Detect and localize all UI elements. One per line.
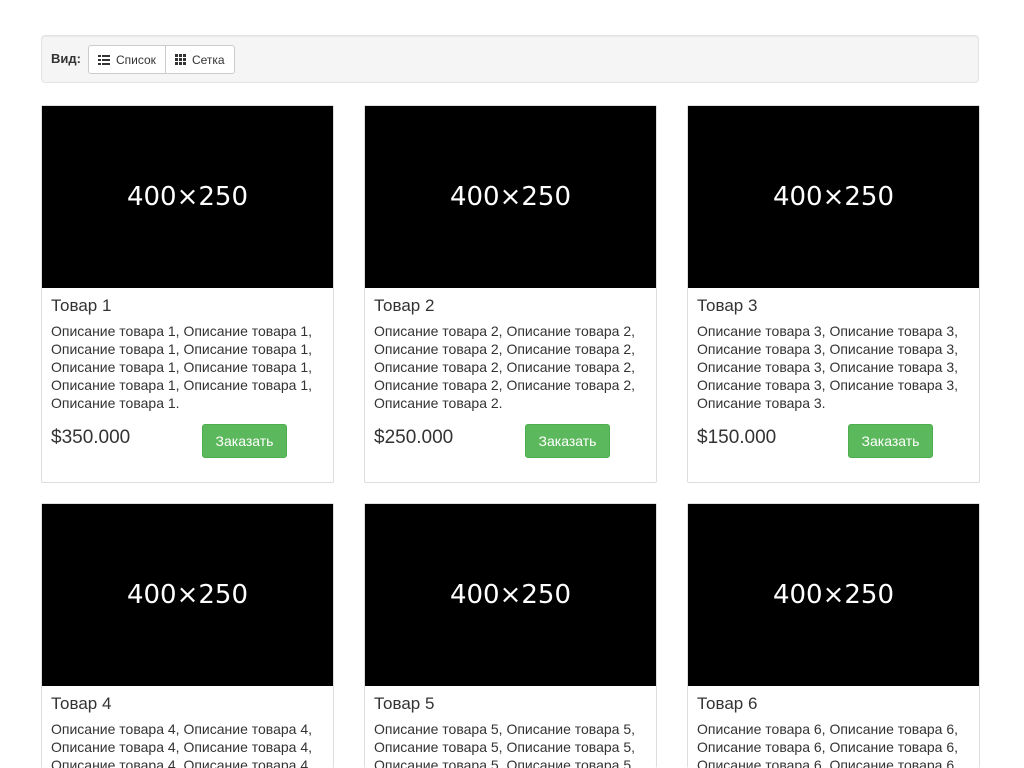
grid-icon — [174, 54, 186, 65]
product-price: $250.000 — [374, 427, 454, 448]
product-image-placeholder: 400×250 — [688, 504, 979, 686]
order-button[interactable]: Заказать — [202, 424, 287, 458]
product-card-1: 400×250 Товар 1 Описание товара 1, Описа… — [41, 105, 334, 483]
product-image-placeholder: 400×250 — [42, 106, 333, 288]
product-title: Товар 5 — [374, 694, 435, 713]
list-view-label: Список — [116, 52, 156, 67]
view-label: Вид: — [51, 51, 81, 66]
product-title: Товар 1 — [51, 296, 112, 315]
grid-view-label: Сетка — [191, 52, 225, 67]
product-image-placeholder: 400×250 — [688, 106, 979, 288]
order-button[interactable]: Заказать — [525, 424, 610, 458]
order-button[interactable]: Заказать — [848, 424, 933, 458]
product-description: Описание товара 4, Описание товара 4, Оп… — [51, 721, 312, 768]
product-image-placeholder: 400×250 — [365, 504, 656, 686]
product-price: $350.000 — [51, 427, 131, 448]
product-card-6: 400×250 Товар 6 Описание товара 6, Описа… — [687, 503, 980, 768]
product-title: Товар 3 — [697, 296, 758, 315]
product-title: Товар 2 — [374, 296, 435, 315]
product-card-4: 400×250 Товар 4 Описание товара 4, Описа… — [41, 503, 334, 768]
product-price: $150.000 — [697, 427, 777, 448]
product-title: Товар 6 — [697, 694, 758, 713]
product-description: Описание товара 3, Описание товара 3, Оп… — [697, 323, 958, 411]
view-button-group: Список Сетка — [88, 45, 235, 74]
list-view-button[interactable]: Список — [88, 45, 166, 74]
list-icon — [98, 54, 110, 65]
page: Вид: Список Сетка 400×250 Товар 1 Описан… — [0, 0, 1024, 768]
product-description: Описание товара 6, Описание товара 6, Оп… — [697, 721, 958, 768]
product-card-5: 400×250 Товар 5 Описание товара 5, Описа… — [364, 503, 657, 768]
view-toolbar: Вид: Список Сетка — [41, 35, 979, 83]
product-description: Описание товара 2, Описание товара 2, Оп… — [374, 323, 635, 411]
grid-view-button[interactable]: Сетка — [164, 45, 235, 74]
product-card-3: 400×250 Товар 3 Описание товара 3, Описа… — [687, 105, 980, 483]
product-card-2: 400×250 Товар 2 Описание товара 2, Описа… — [364, 105, 657, 483]
product-description: Описание товара 5, Описание товара 5, Оп… — [374, 721, 635, 768]
product-image-placeholder: 400×250 — [365, 106, 656, 288]
product-title: Товар 4 — [51, 694, 112, 713]
product-image-placeholder: 400×250 — [42, 504, 333, 686]
product-description: Описание товара 1, Описание товара 1, Оп… — [51, 323, 312, 411]
